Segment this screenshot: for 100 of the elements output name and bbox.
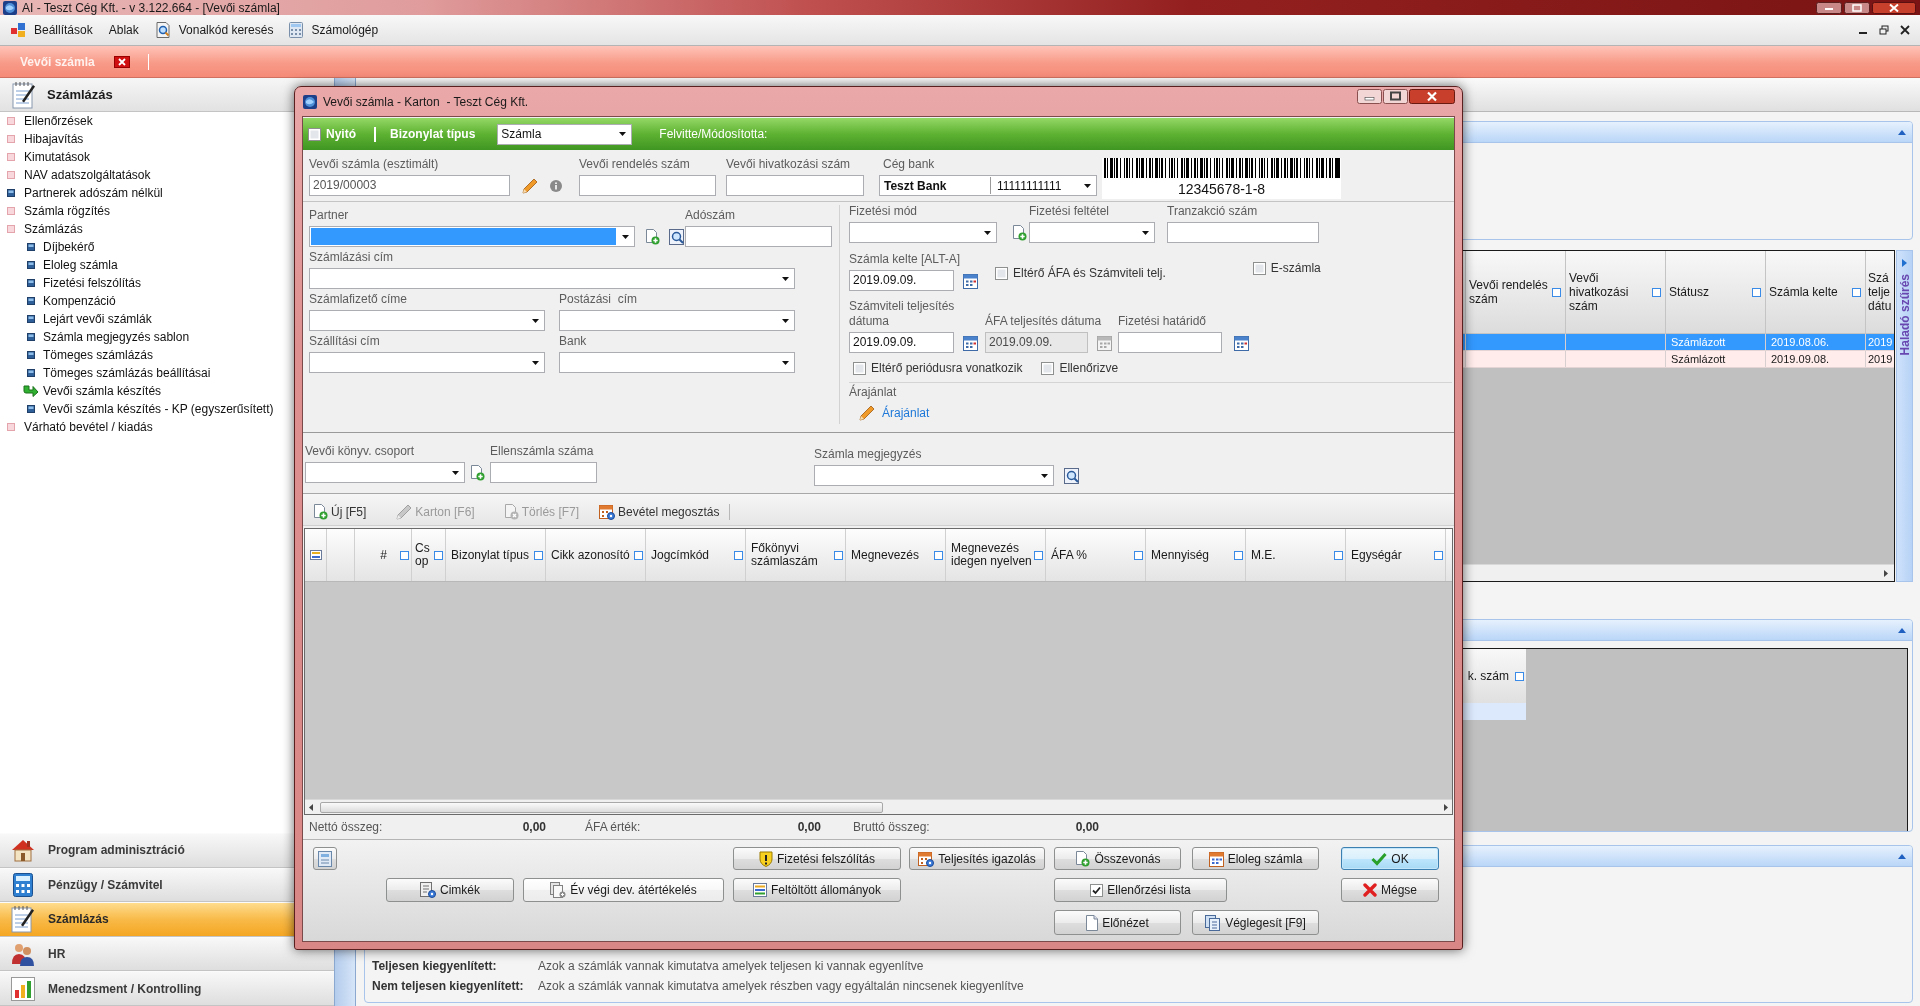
- menu-item[interactable]: Vonalkód keresés: [151, 20, 277, 40]
- input-field[interactable]: 2019.09.09.: [849, 332, 954, 353]
- collapse-icon[interactable]: [1898, 853, 1906, 859]
- checkbox[interactable]: [1252, 261, 1266, 275]
- calendar-icon[interactable]: [1234, 334, 1249, 351]
- tree-item[interactable]: Hibajavítás: [0, 130, 84, 148]
- checkbox[interactable]: [995, 266, 1008, 280]
- checkbox[interactable]: [308, 127, 321, 141]
- document-plus-icon[interactable]: [469, 464, 485, 481]
- column-header[interactable]: Mennyiség: [1146, 529, 1246, 581]
- close-button[interactable]: [1900, 25, 1910, 35]
- toolbar-button[interactable]: Bevétel megosztás: [595, 502, 724, 522]
- filter-icon[interactable]: [1134, 550, 1143, 560]
- dropdown-field[interactable]: Teszt Bank 11111111111: [879, 175, 1097, 196]
- navigation-button[interactable]: Menedzsment / Kontrolling: [0, 971, 334, 1006]
- restore-button[interactable]: [1879, 25, 1889, 35]
- column-chooser-icon[interactable]: [309, 550, 322, 560]
- scroll-right-icon[interactable]: [1444, 803, 1448, 811]
- column-header[interactable]: ÁFA %: [1046, 529, 1146, 581]
- tree-item[interactable]: Lejárt vevői számlák: [0, 310, 152, 328]
- filter-icon[interactable]: [434, 550, 443, 560]
- filter-icon[interactable]: [934, 550, 943, 560]
- revaluation-button[interactable]: Év végi dev. átértékelés: [523, 878, 724, 902]
- collapse-icon[interactable]: [1898, 627, 1906, 633]
- checkbox-label[interactable]: Eltérő ÁFA és Számviteli telj.: [1013, 266, 1166, 280]
- tree-item[interactable]: NAV adatszolgáltatások: [0, 166, 151, 184]
- column-header[interactable]: Státusz: [1665, 251, 1765, 333]
- checkbox[interactable]: [853, 361, 866, 375]
- dropdown-field[interactable]: [309, 268, 795, 289]
- input-field[interactable]: [490, 462, 597, 483]
- checkbox-label[interactable]: E-számla: [1270, 261, 1321, 275]
- column-header[interactable]: Megnevezés idegen nyelven: [946, 529, 1046, 581]
- dropdown-field[interactable]: [814, 465, 1054, 486]
- dropdown-field[interactable]: [309, 352, 545, 373]
- tree-item[interactable]: Számla megjegyzés sablon: [0, 328, 190, 346]
- menu-item[interactable]: Ablak: [105, 21, 142, 39]
- filter-icon[interactable]: [1234, 550, 1243, 560]
- certificate-button[interactable]: Teljesítés igazolás: [909, 847, 1045, 870]
- column-header[interactable]: Cikk azonosító: [546, 529, 646, 581]
- finalize-button[interactable]: Véglegesít [F9]: [1192, 910, 1319, 935]
- checklist-button[interactable]: Ellenőrzési lista: [1054, 878, 1227, 902]
- minimize-button[interactable]: [1816, 1, 1842, 14]
- input-field[interactable]: 2019/00003: [309, 175, 510, 196]
- column-header[interactable]: #: [355, 529, 412, 581]
- toolbar-button[interactable]: Új [F5]: [308, 502, 371, 522]
- report-button[interactable]: [313, 847, 337, 870]
- dropdown-field[interactable]: [305, 462, 465, 483]
- maximize-button[interactable]: [1844, 1, 1870, 14]
- column-header[interactable]: Cs op: [412, 529, 446, 581]
- column-header[interactable]: Főkönyvi számlaszám: [746, 529, 846, 581]
- files-button[interactable]: Feltöltött állományok: [733, 878, 901, 902]
- document-plus-icon[interactable]: [644, 228, 660, 245]
- dropdown-field[interactable]: [559, 310, 795, 331]
- input-field[interactable]: [685, 226, 832, 247]
- close-button[interactable]: [1409, 89, 1455, 104]
- filter-icon[interactable]: [400, 550, 409, 560]
- pencil-icon[interactable]: [859, 405, 875, 421]
- preview-button[interactable]: Előnézet: [1054, 910, 1181, 935]
- tree-item[interactable]: Vevői számla készítés - KP (egyszerűsített): [0, 400, 274, 418]
- close-icon[interactable]: [113, 55, 130, 68]
- filter-icon[interactable]: [1652, 287, 1661, 297]
- tree-item[interactable]: Számla rögzítés: [0, 202, 111, 220]
- checkbox-label[interactable]: Ellenőrizve: [1059, 361, 1119, 375]
- document-plus-icon[interactable]: [1011, 224, 1027, 241]
- reminder-button[interactable]: Fizetési felszólítás: [733, 847, 901, 870]
- collapse-icon[interactable]: [1898, 129, 1906, 135]
- tree-item[interactable]: Tömeges számlázás beállításai: [0, 364, 211, 382]
- search-icon[interactable]: [1064, 467, 1080, 484]
- filter-icon[interactable]: [734, 550, 743, 560]
- menu-item[interactable]: Beállítások: [7, 20, 96, 40]
- tree-item[interactable]: Eloleg számla: [0, 256, 118, 274]
- filter-icon[interactable]: [634, 550, 643, 560]
- column-header[interactable]: Vevői hivatkozási szám: [1565, 251, 1665, 333]
- filter-icon[interactable]: [1552, 287, 1561, 297]
- filter-icon[interactable]: [1034, 550, 1043, 560]
- dropdown-field[interactable]: [849, 222, 997, 243]
- input-field[interactable]: [726, 175, 864, 196]
- link[interactable]: Árajánlat: [882, 406, 930, 420]
- filter-icon[interactable]: [1852, 287, 1861, 297]
- tree-item[interactable]: Tömeges számlázás: [0, 346, 154, 364]
- tree-item[interactable]: Ellenőrzések: [0, 112, 93, 130]
- input-field[interactable]: [1118, 332, 1222, 353]
- menu-item[interactable]: Számológép: [286, 20, 382, 40]
- tree-item[interactable]: Kompenzáció: [0, 292, 116, 310]
- filter-icon[interactable]: [834, 550, 843, 560]
- input-field[interactable]: 2019.09.09.: [849, 270, 954, 291]
- filter-icon[interactable]: [1334, 550, 1343, 560]
- horizontal-scrollbar[interactable]: [305, 799, 1452, 814]
- expand-icon[interactable]: [1902, 259, 1907, 267]
- calendar-icon[interactable]: [963, 272, 978, 289]
- filter-icon[interactable]: [1515, 671, 1524, 681]
- merge-button[interactable]: Összevonás: [1054, 847, 1181, 870]
- scroll-left-icon[interactable]: [309, 803, 313, 811]
- pencil-icon[interactable]: [522, 177, 538, 194]
- column-header[interactable]: Megnevezés: [846, 529, 946, 581]
- column-header[interactable]: Szá telje dátu: [1865, 251, 1894, 333]
- advance-invoice-button[interactable]: Eloleg számla: [1192, 847, 1319, 870]
- tree-item[interactable]: Számlázás: [0, 220, 83, 238]
- calendar-icon[interactable]: [963, 334, 978, 351]
- ok-button[interactable]: OK: [1341, 847, 1439, 870]
